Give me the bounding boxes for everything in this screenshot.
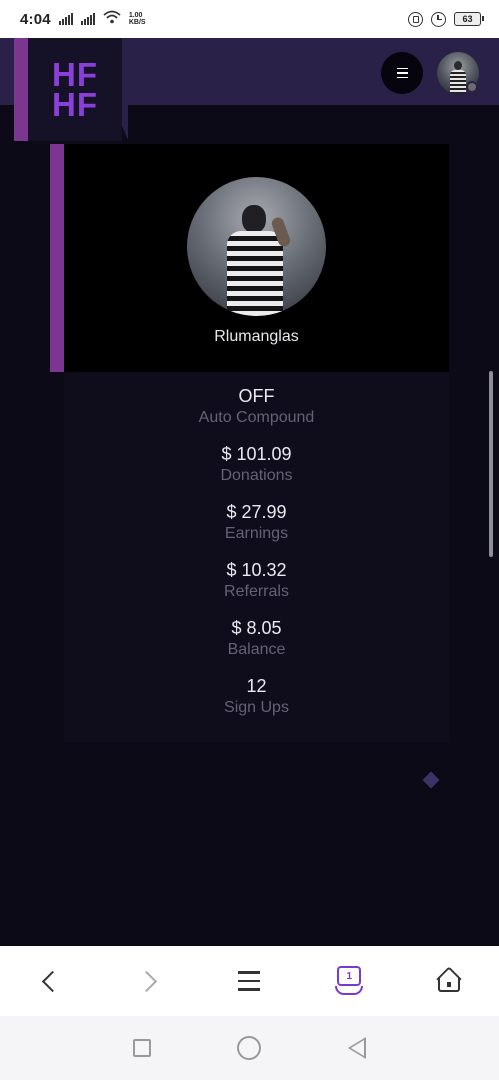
online-status-dot: [466, 81, 478, 93]
stat-label: Earnings: [224, 525, 289, 542]
home-icon: [436, 966, 462, 993]
back-system-button[interactable]: [347, 1037, 366, 1059]
hamburger-icon: [396, 67, 408, 79]
back-icon: [42, 970, 64, 992]
stat-balance: $ 8.05 Balance: [64, 617, 449, 661]
stat-value: 12: [246, 676, 267, 696]
logo-line-2: HF: [52, 85, 98, 123]
stats-panel: OFF Auto Compound $ 101.09 Donations $ 2…: [64, 372, 449, 742]
avatar-body: [450, 70, 466, 94]
status-right: 63: [408, 11, 484, 27]
signal-icon: [58, 13, 73, 25]
stat-auto-compound: OFF Auto Compound: [64, 385, 449, 429]
stat-donations: $ 101.09 Donations: [64, 443, 449, 487]
back-button[interactable]: [25, 956, 75, 1006]
home-system-button[interactable]: [237, 1036, 262, 1060]
wifi-icon: [103, 10, 121, 28]
stat-value: $ 27.99: [226, 502, 287, 522]
forward-button[interactable]: [125, 956, 175, 1006]
incognito-mask-icon: [335, 986, 364, 995]
browser-menu-button[interactable]: [224, 956, 274, 1006]
decor-stripe: [14, 38, 28, 141]
forward-icon: [136, 970, 158, 992]
battery-icon: 63: [454, 12, 484, 26]
stat-label: Referrals: [224, 583, 289, 600]
scrollbar[interactable]: [489, 371, 493, 557]
lock-rotation-icon: [408, 11, 423, 27]
decor-sparkle: [422, 771, 440, 789]
phone-screen: 4:04 1.00 KB/S 63 HF HF Rlumanglas OFF A…: [0, 0, 499, 1080]
stat-label: Donations: [220, 467, 293, 484]
stat-value: $ 10.32: [226, 560, 287, 580]
photo-body: [227, 231, 283, 316]
menu-button[interactable]: [381, 52, 423, 94]
logo-line-1: HF: [52, 55, 98, 93]
stat-value: $ 101.09: [221, 444, 292, 464]
tabs-button[interactable]: 1: [324, 956, 374, 1006]
stat-sign-ups: 12 Sign Ups: [64, 675, 449, 719]
alarm-icon: [431, 11, 446, 27]
stat-referrals: $ 10.32 Referrals: [64, 559, 449, 603]
net-speed: 1.00 KB/S: [129, 12, 146, 26]
profile-name: Rlumanglas: [214, 328, 299, 345]
tabs-icon: 1: [335, 966, 364, 996]
profile-card: Rlumanglas: [64, 144, 449, 372]
stat-earnings: $ 27.99 Earnings: [64, 501, 449, 545]
stat-label: Sign Ups: [224, 699, 289, 716]
status-left: 4:04 1.00 KB/S: [20, 10, 146, 28]
photo-head: [242, 205, 266, 233]
tab-count: 1: [337, 966, 362, 986]
system-nav-bar: [0, 1016, 499, 1080]
status-time: 4:04: [20, 10, 51, 28]
status-bar: 4:04 1.00 KB/S 63: [0, 0, 499, 38]
stat-value: OFF: [238, 386, 275, 406]
net-speed-value: 1.00: [128, 12, 143, 19]
card-accent-stripe: [50, 144, 64, 372]
menu-icon: [238, 971, 261, 991]
stat-label: Auto Compound: [198, 409, 315, 426]
avatar-head: [454, 61, 462, 70]
signal-icon-2: [80, 13, 95, 25]
profile-photo: [187, 177, 326, 316]
app-logo[interactable]: HF HF: [28, 38, 122, 141]
recent-apps-button[interactable]: [133, 1039, 152, 1057]
battery-level: 63: [462, 14, 473, 24]
net-speed-unit: KB/S: [128, 19, 146, 26]
browser-toolbar: 1: [0, 946, 499, 1016]
home-button[interactable]: [424, 956, 474, 1006]
stat-value: $ 8.05: [231, 618, 282, 638]
app-content: HF HF Rlumanglas OFF Auto Compound $ 101…: [0, 38, 499, 946]
stat-label: Balance: [227, 641, 286, 658]
